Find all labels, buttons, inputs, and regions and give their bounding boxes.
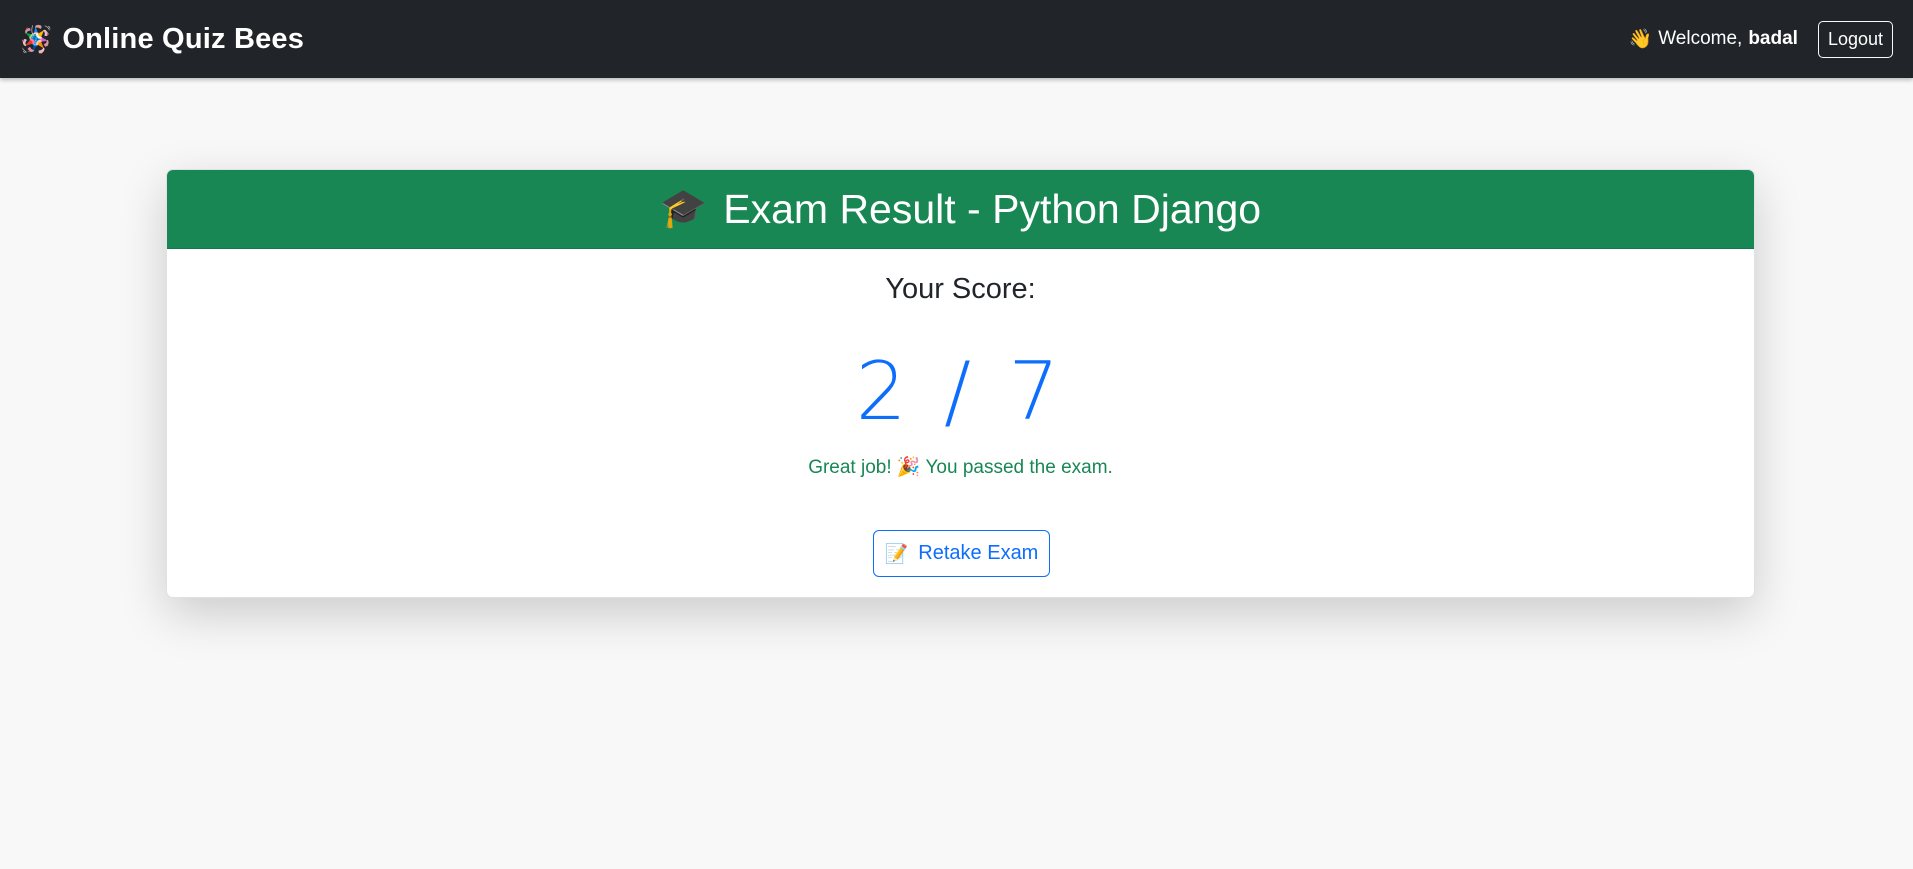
wave-icon: 👋	[1628, 29, 1653, 50]
card-body: Your Score: 2 / 7 Great job! 🎉 You passe…	[167, 249, 1754, 597]
brand[interactable]: 🪅 Online Quiz Bees	[20, 23, 304, 56]
graduation-cap-icon: 🎓	[659, 188, 708, 230]
score-value: 2 / 7	[855, 345, 1066, 438]
exam-result-card: 🎓 Exam Result - Python Django Your Score…	[166, 169, 1755, 598]
username: badal	[1748, 28, 1798, 49]
welcome-text: 👋 Welcome, badal	[1629, 27, 1798, 51]
memo-icon: 📝	[884, 543, 909, 565]
logout-button[interactable]: Logout	[1817, 20, 1893, 58]
brand-title[interactable]: Online Quiz Bees	[62, 23, 304, 56]
retake-exam-label: Retake Exam	[918, 542, 1039, 564]
card-header: 🎓 Exam Result - Python Django	[167, 170, 1754, 249]
welcome-prefix: Welcome,	[1658, 28, 1743, 49]
page-title: Exam Result - Python Django	[723, 185, 1262, 232]
retake-exam-button[interactable]: 📝 Retake Exam	[873, 530, 1050, 577]
bee-icon: 🪅	[20, 24, 53, 54]
nav-right: 👋 Welcome, badal Logout	[1629, 20, 1893, 58]
pass-message: Great job! 🎉 You passed the exam.	[808, 457, 1113, 478]
score-label: Your Score:	[885, 273, 1036, 305]
top-navbar: 🪅 Online Quiz Bees 👋 Welcome, badal Logo…	[0, 0, 1913, 78]
